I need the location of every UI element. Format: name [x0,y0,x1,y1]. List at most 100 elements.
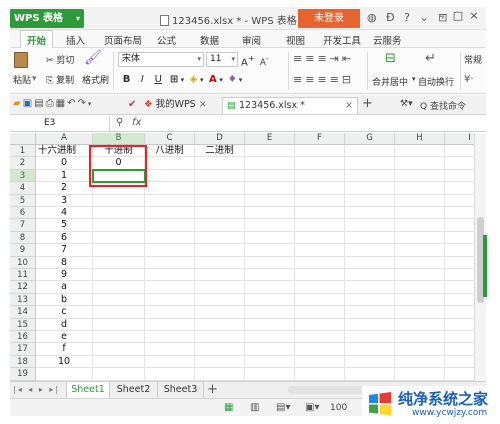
cell-a4[interactable]: 2 [36,182,93,195]
paste-label[interactable]: 粘贴 [13,73,31,86]
cell-e16[interactable] [245,331,295,344]
cell-g19[interactable] [345,368,395,381]
cell-h8[interactable] [395,231,445,245]
sheet-tab-sheet2[interactable]: Sheet2 [110,382,158,398]
cell-a1[interactable]: 十六进制 [36,145,93,158]
cell-g5[interactable] [345,194,395,207]
page-break-view-icon[interactable]: ▤▾ [276,402,290,413]
cell-c4[interactable] [145,182,195,195]
cell-d17[interactable] [195,343,245,356]
cell-f19[interactable] [295,368,345,381]
cell-e6[interactable] [245,207,295,220]
cell-h3[interactable] [395,169,445,183]
cell-c19[interactable] [145,368,195,381]
row-header-18[interactable]: 18 [10,355,36,369]
cell-g4[interactable] [345,182,395,195]
cell-c10[interactable] [145,256,195,269]
cell-h12[interactable] [395,281,445,294]
align-bottom-icon[interactable]: ≡ [317,52,329,65]
cell-e17[interactable] [245,343,295,356]
grow-font-button[interactable]: A+ [241,53,255,68]
cell-d10[interactable] [195,256,245,269]
cell-f1[interactable] [295,145,345,158]
cell-g18[interactable] [345,355,395,369]
cell-d15[interactable] [195,318,245,331]
cell-e12[interactable] [245,281,295,294]
skin-icon[interactable]: ◍ [367,11,380,24]
cell-d1[interactable]: 二进制 [195,145,245,158]
sheet-tab-sheet1[interactable]: Sheet1 [66,382,110,398]
login-button[interactable]: 未登录 [298,9,360,28]
cell-a3[interactable]: 1 [36,169,93,183]
cell-b8[interactable] [93,231,145,245]
cell-b11[interactable] [93,269,145,282]
cell-g16[interactable] [345,331,395,344]
cell-f15[interactable] [295,318,345,331]
column-header-c[interactable]: C [145,133,195,145]
align-top-icon[interactable]: ≡ [293,52,305,65]
merge-center-button[interactable]: 合并居中 [372,75,408,88]
column-header-h[interactable]: H [395,133,445,145]
row-header-13[interactable]: 13 [10,293,36,307]
cell-g17[interactable] [345,343,395,356]
distribute-icon[interactable]: ⊟ [342,73,354,86]
wrap-text-icon[interactable]: ↵ [425,51,436,66]
cell-c6[interactable] [145,207,195,220]
cell-f11[interactable] [295,269,345,282]
side-panel-handle[interactable] [483,235,487,297]
cell-c5[interactable] [145,194,195,207]
align-left-icon[interactable]: ≡ [293,73,305,86]
brand-icon[interactable]: Ð [386,11,398,24]
row-header-19[interactable]: 19 [10,368,36,381]
font-size-select[interactable]: 11 ▾ [206,52,238,67]
cell-b14[interactable] [93,306,145,319]
font-name-select[interactable]: 宋体 ▾ [118,52,204,67]
cell-a7[interactable]: 5 [36,219,93,232]
fx-button[interactable]: fx [132,117,141,128]
cell-d11[interactable] [195,269,245,282]
cell-d14[interactable] [195,306,245,319]
cell-d5[interactable] [195,194,245,207]
cell-e5[interactable] [245,194,295,207]
cell-c3[interactable] [145,169,195,183]
cell-d18[interactable] [195,355,245,369]
tab-page-layout[interactable]: 页面布局 [104,33,142,47]
row-header-3[interactable]: 3 [10,169,36,183]
align-middle-icon[interactable]: ≡ [305,52,317,65]
cell-f6[interactable] [295,207,345,220]
cell-b5[interactable] [93,194,145,207]
cell-a9[interactable]: 7 [36,244,93,257]
paste-button[interactable] [14,52,28,68]
cell-d3[interactable] [195,169,245,183]
cell-a10[interactable]: 8 [36,256,93,269]
cell-e3[interactable] [245,169,295,183]
cell-a17[interactable]: f [36,343,93,356]
align-center-icon[interactable]: ≡ [305,73,317,86]
cell-h9[interactable] [395,244,445,257]
cell-e14[interactable] [245,306,295,319]
column-header-b[interactable]: B [93,133,145,145]
cell-h10[interactable] [395,256,445,269]
help-icon[interactable]: ? [404,11,413,24]
window-maximize-button[interactable]: □ [450,9,466,22]
cell-b17[interactable] [93,343,145,356]
open-folder-icon[interactable]: ▰ [13,98,23,109]
row-header-12[interactable]: 12 [10,281,36,294]
tab-developer[interactable]: 开发工具 [323,33,361,47]
cell-b16[interactable] [93,331,145,344]
sheet-nav-arrows[interactable]: |◂ ◂ ▸ ▸| [13,385,60,394]
cell-d2[interactable] [195,157,245,170]
print-icon[interactable]: ⎙ [46,98,56,109]
tab-123456-xlsx[interactable]: ▤ 123456.xlsx * × [222,97,358,114]
minimize-ribbon-icon[interactable]: ⌄ [419,11,431,24]
row-header-17[interactable]: 17 [10,343,36,356]
print-preview-icon[interactable]: ▦ [56,98,67,109]
cell-g2[interactable] [345,157,395,170]
redo-icon[interactable]: ↷ [77,98,87,109]
align-right-icon[interactable]: ≡ [317,73,329,86]
currency-icon[interactable]: ¥· [464,74,474,85]
border-icon[interactable]: ⊞ [168,74,181,85]
cell-g12[interactable] [345,281,395,294]
cell-f4[interactable] [295,182,345,195]
cell-g14[interactable] [345,306,395,319]
